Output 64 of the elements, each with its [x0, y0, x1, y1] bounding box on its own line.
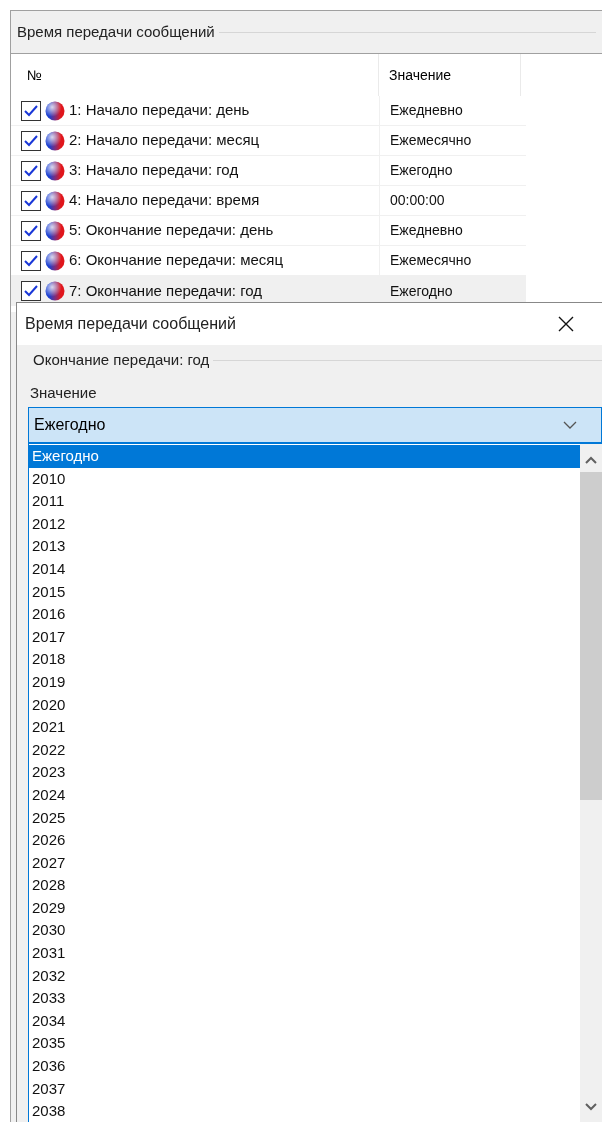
dropdown-option[interactable]: 2013: [29, 535, 580, 558]
dropdown-option[interactable]: 2027: [29, 851, 580, 875]
scroll-thumb[interactable]: [580, 472, 602, 800]
column-header[interactable]: Значение: [389, 64, 452, 86]
table-cell-text: Ежегодно: [390, 161, 453, 180]
scroll-down-icon[interactable]: [585, 1103, 597, 1111]
table-cell-text: Ежемесячно: [390, 251, 472, 270]
chevron-down-icon: [563, 421, 577, 429]
dropdown-option[interactable]: 2025: [29, 806, 580, 830]
dropdown-option[interactable]: 2035: [29, 1032, 580, 1056]
dropdown-option[interactable]: 2036: [29, 1055, 580, 1078]
column-header[interactable]: №: [27, 64, 43, 86]
dialog-title: Время передачи сообщений: [25, 314, 236, 334]
dropdown-option[interactable]: 2018: [29, 648, 580, 671]
dropdown-option[interactable]: 2030: [29, 919, 580, 943]
row-label: 6: Окончание передачи: месяц: [69, 250, 283, 271]
group-title: Окончание передачи: год: [33, 349, 210, 370]
dropdown-option[interactable]: 2032: [29, 964, 580, 988]
combo-box[interactable]: Ежегодно: [28, 407, 602, 443]
row-label: 1: Начало передачи: день: [69, 100, 250, 121]
row-label: 5: Окончание передачи: день: [69, 220, 274, 241]
dropdown-option[interactable]: 2031: [29, 942, 580, 965]
checkbox[interactable]: [21, 160, 41, 181]
dropdown-option[interactable]: 2012: [29, 512, 580, 536]
row-label: 2: Начало передачи: месяц: [69, 130, 260, 151]
checkbox[interactable]: [21, 220, 41, 241]
table-cell-text: Ежегодно: [390, 281, 453, 301]
checkbox[interactable]: [21, 190, 41, 211]
dropdown-option[interactable]: 2028: [29, 874, 580, 897]
group-title: Время передачи сообщений: [17, 21, 215, 42]
dropdown-option[interactable]: 2011: [29, 490, 580, 513]
close-icon[interactable]: [558, 316, 574, 332]
checkbox[interactable]: [21, 130, 41, 151]
checkbox[interactable]: [21, 281, 41, 301]
dropdown-option[interactable]: 2037: [29, 1077, 580, 1101]
row-label: 7: Окончание передачи: год: [69, 280, 263, 301]
dropdown-option[interactable]: 2017: [29, 625, 580, 649]
checkbox[interactable]: [21, 100, 41, 121]
checkbox[interactable]: [21, 250, 41, 271]
field-label: Значение: [30, 384, 97, 401]
dropdown-option[interactable]: 2010: [29, 467, 580, 491]
dropdown-option[interactable]: 2015: [29, 580, 580, 604]
dropdown-option[interactable]: 2033: [29, 987, 580, 1010]
dropdown-option[interactable]: 2020: [29, 693, 580, 717]
dropdown-option[interactable]: 2034: [29, 1009, 580, 1033]
table-cell-text: Ежемесячно: [390, 131, 472, 150]
dropdown-option[interactable]: 2016: [29, 603, 580, 626]
row-label: 4: Начало передачи: время: [69, 190, 260, 211]
dropdown-option[interactable]: 2022: [29, 738, 580, 762]
dropdown-option[interactable]: 2023: [29, 761, 580, 784]
dropdown-option[interactable]: 2021: [29, 716, 580, 739]
dropdown-option[interactable]: 2026: [29, 829, 580, 852]
table-cell-text: Ежедневно: [390, 101, 463, 120]
scrollbar[interactable]: [580, 444, 602, 1122]
dropdown-option[interactable]: 2014: [29, 557, 580, 581]
table-cell-text: 00:00:00: [390, 191, 445, 210]
dropdown-option[interactable]: Ежегодно: [29, 445, 580, 468]
dropdown-option[interactable]: 2019: [29, 670, 580, 694]
dropdown-option[interactable]: 2024: [29, 783, 580, 807]
row-label: 3: Начало передачи: год: [69, 160, 239, 181]
dropdown-option[interactable]: 2038: [29, 1100, 580, 1122]
scroll-up-icon[interactable]: [585, 456, 597, 464]
table-cell-text: Ежедневно: [390, 221, 463, 240]
dropdown-option[interactable]: 2029: [29, 896, 580, 920]
